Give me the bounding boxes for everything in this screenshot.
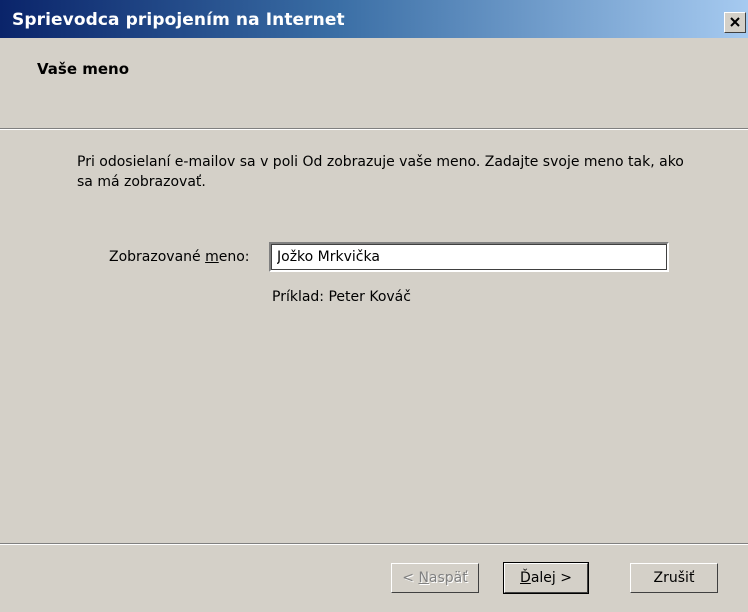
wizard-header: Vaše meno (0, 38, 748, 128)
page-title: Vaše meno (37, 60, 130, 78)
title-bar: Sprievodca pripojením na Internet (0, 0, 748, 38)
footer-divider (0, 543, 748, 545)
display-name-label: Zobrazované meno: (109, 249, 250, 265)
instruction-text: Pri odosielaní e-mailov sa v poli Od zob… (77, 154, 684, 190)
back-button[interactable]: < Naspäť (391, 563, 479, 593)
display-name-field[interactable] (269, 242, 669, 272)
close-icon (730, 17, 740, 27)
close-button[interactable] (724, 12, 746, 33)
cancel-button[interactable]: Zrušiť (630, 563, 718, 593)
example-text: Príklad: Peter Kováč (272, 289, 411, 305)
header-divider (0, 128, 748, 130)
next-button[interactable]: Ďalej > (503, 562, 589, 594)
window-title: Sprievodca pripojením na Internet (12, 10, 345, 30)
